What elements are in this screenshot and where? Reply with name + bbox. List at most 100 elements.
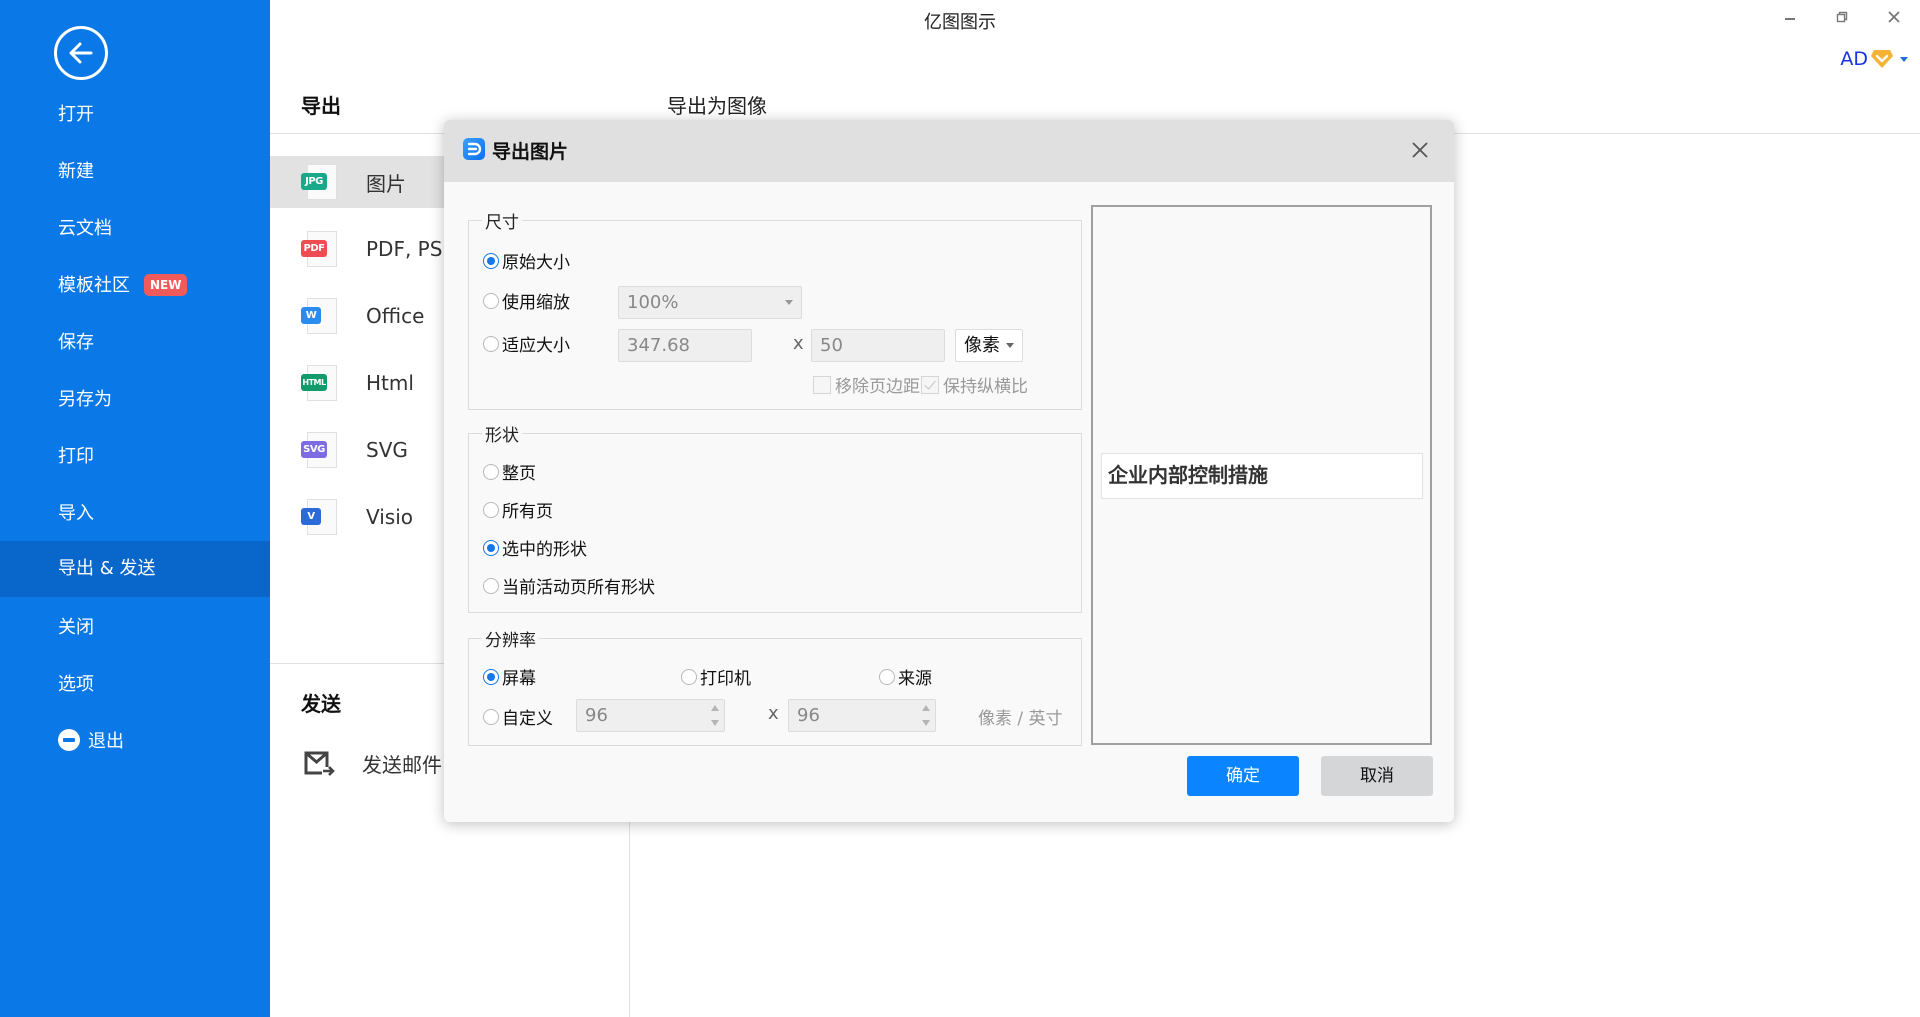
radio-button[interactable] — [483, 252, 499, 269]
sidebar-item-import[interactable]: 导入 — [0, 486, 270, 542]
sidebar-item-new[interactable]: 新建 — [0, 144, 270, 200]
checkbox[interactable] — [921, 375, 939, 394]
size-group-legend: 尺寸 — [485, 213, 519, 233]
radio-use-zoom[interactable]: 使用缩放 — [483, 288, 570, 313]
app-title: 亿图图示 — [924, 12, 996, 33]
sidebar-item-label: 打印 — [58, 446, 94, 467]
radio-custom[interactable]: 自定义 — [483, 704, 553, 729]
arrow-left-icon — [69, 42, 93, 64]
close-icon — [1412, 142, 1428, 158]
sidebar-item-save-as[interactable]: 另存为 — [0, 372, 270, 428]
export-item-label: 图片 — [366, 171, 406, 196]
spin-up-icon[interactable] — [922, 705, 930, 711]
dialog-title: 导出图片 — [492, 141, 569, 163]
export-item-label: Html — [366, 371, 414, 395]
preview-panel: 企业内部控制措施 — [1091, 205, 1432, 745]
dpi-x-spinbox[interactable]: 96 — [576, 699, 725, 732]
radio-source[interactable]: 来源 — [879, 664, 932, 689]
sidebar: 打开 新建 云文档 模板社区 NEW 保存 另存为 打印 导入 导出 & 发送 关… — [0, 0, 270, 1017]
chevron-down-icon — [1006, 343, 1014, 348]
radio-button[interactable] — [483, 577, 499, 594]
height-input[interactable]: 50 — [811, 329, 945, 362]
keep-aspect-ratio-checkbox[interactable]: 保持纵横比 — [921, 372, 1028, 397]
html-file-icon: HTML — [301, 365, 337, 401]
dialog-close-button[interactable] — [1408, 138, 1432, 162]
send-section-title: 发送 — [301, 692, 341, 716]
chevron-down-icon — [785, 300, 793, 305]
radio-button[interactable] — [483, 501, 499, 518]
times-label: x — [793, 333, 804, 354]
close-icon — [1888, 11, 1900, 23]
radio-button[interactable] — [483, 463, 499, 480]
word-file-icon: W — [301, 298, 337, 334]
sidebar-item-close[interactable]: 关闭 — [0, 600, 270, 656]
export-image-dialog: 导出图片 尺寸 原始大小 使用缩放 适应大小 100% 347.68 x 50 … — [444, 120, 1454, 822]
unit-select[interactable]: 像素 — [955, 329, 1023, 362]
ok-button[interactable]: 确定 — [1187, 756, 1299, 796]
sidebar-item-cloud-docs[interactable]: 云文档 — [0, 201, 270, 257]
sidebar-item-label: 新建 — [58, 161, 94, 182]
sidebar-item-open[interactable]: 打开 — [0, 87, 270, 143]
sidebar-item-label: 打开 — [58, 104, 94, 125]
user-initials: AD — [1840, 48, 1868, 70]
sidebar-item-template-community[interactable]: 模板社区 NEW — [0, 258, 270, 314]
cancel-button[interactable]: 取消 — [1321, 756, 1433, 796]
export-as-image-heading: 导出为图像 — [667, 94, 767, 118]
radio-all-pages[interactable]: 所有页 — [483, 497, 553, 522]
vip-diamond-icon — [1871, 50, 1893, 68]
export-item-label: Visio — [366, 505, 414, 529]
visio-file-icon: V — [301, 499, 337, 535]
sidebar-item-print[interactable]: 打印 — [0, 429, 270, 485]
svg-file-icon: SVG — [301, 432, 337, 468]
radio-current-page-all-shapes[interactable]: 当前活动页所有形状 — [483, 573, 655, 598]
window-close-button[interactable] — [1874, 4, 1914, 32]
user-menu[interactable]: AD — [1840, 44, 1908, 74]
sidebar-item-exit[interactable]: 退出 — [0, 714, 270, 770]
radio-button[interactable] — [879, 668, 895, 685]
radio-button[interactable] — [681, 668, 697, 685]
times-label: x — [768, 703, 779, 724]
sidebar-item-label: 关闭 — [58, 617, 94, 638]
app-logo-icon — [463, 138, 485, 160]
radio-screen[interactable]: 屏幕 — [483, 664, 536, 689]
sidebar-item-options[interactable]: 选项 — [0, 657, 270, 713]
shape-group-legend: 形状 — [485, 426, 519, 446]
dialog-titlebar[interactable]: 导出图片 — [444, 120, 1454, 182]
export-item-label: SVG — [366, 438, 408, 462]
jpg-file-icon: JPG — [301, 164, 337, 200]
spin-down-icon[interactable] — [922, 720, 930, 726]
minimize-button[interactable] — [1770, 4, 1810, 32]
export-item-label: Office — [366, 304, 425, 328]
sidebar-item-export-send[interactable]: 导出 & 发送 — [0, 541, 270, 597]
minimize-icon — [1785, 18, 1795, 20]
sidebar-item-save[interactable]: 保存 — [0, 315, 270, 371]
restore-button[interactable] — [1822, 4, 1862, 32]
radio-fit-size[interactable]: 适应大小 — [483, 331, 570, 356]
radio-printer[interactable]: 打印机 — [681, 664, 751, 689]
spin-up-icon[interactable] — [711, 705, 719, 711]
radio-button[interactable] — [483, 292, 499, 309]
checkbox[interactable] — [813, 375, 831, 394]
resolution-group-legend: 分辨率 — [485, 631, 536, 651]
sidebar-item-label: 导入 — [58, 503, 94, 524]
send-email-label: 发送邮件 — [362, 752, 442, 777]
radio-button[interactable] — [483, 668, 499, 685]
sidebar-item-label: 退出 — [88, 731, 124, 752]
sidebar-item-label: 导出 & 发送 — [58, 558, 156, 579]
radio-selected-shapes[interactable]: 选中的形状 — [483, 535, 587, 560]
new-badge: NEW — [144, 274, 188, 296]
radio-button[interactable] — [483, 335, 499, 352]
radio-whole-page[interactable]: 整页 — [483, 459, 536, 484]
back-button[interactable] — [54, 26, 108, 80]
spin-down-icon[interactable] — [711, 720, 719, 726]
radio-button[interactable] — [483, 708, 499, 725]
chevron-down-icon — [1900, 56, 1908, 62]
dpi-y-spinbox[interactable]: 96 — [788, 699, 936, 732]
restore-icon — [1836, 11, 1848, 23]
remove-margin-checkbox[interactable]: 移除页边距 — [813, 372, 920, 397]
zoom-select[interactable]: 100% — [618, 286, 802, 319]
radio-button[interactable] — [483, 539, 499, 556]
mail-send-icon — [304, 751, 335, 776]
radio-original-size[interactable]: 原始大小 — [483, 248, 570, 273]
width-input[interactable]: 347.68 — [618, 329, 752, 362]
